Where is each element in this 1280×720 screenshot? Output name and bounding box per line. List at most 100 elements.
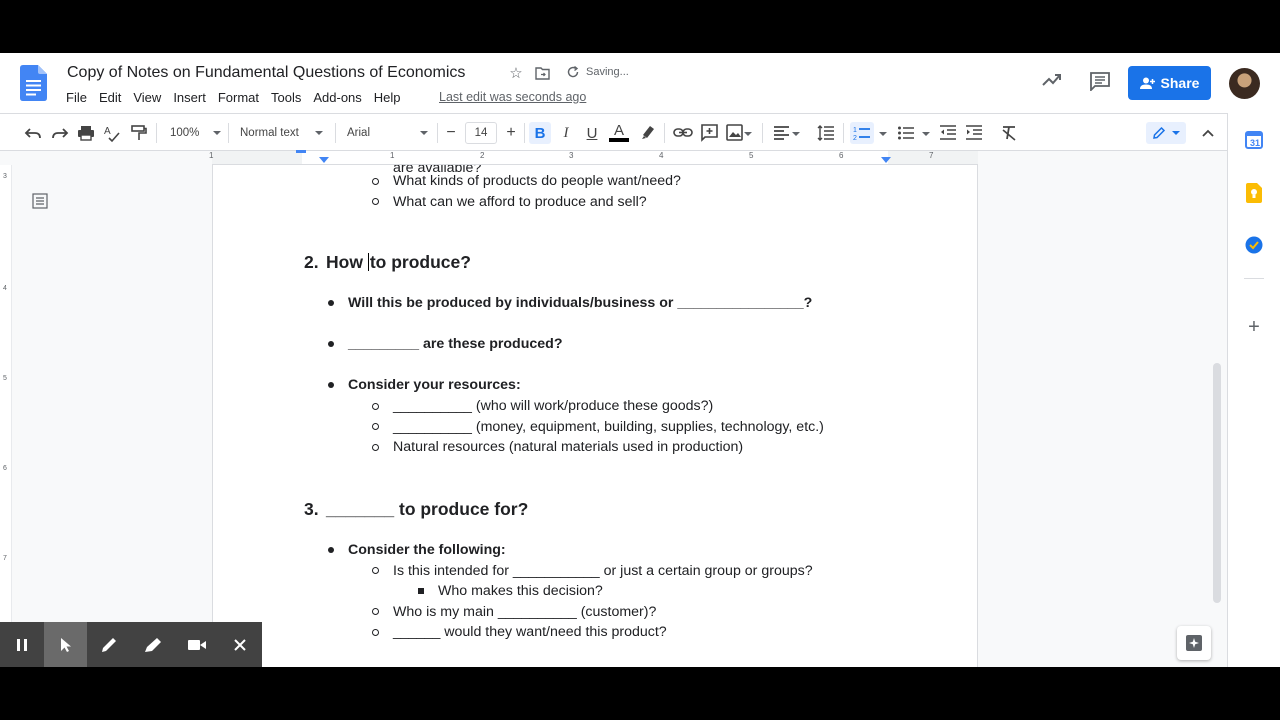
right-indent-marker[interactable] (881, 157, 891, 163)
pointer-cursor-icon[interactable] (43, 622, 88, 667)
increase-font-size-button[interactable]: + (503, 122, 519, 144)
bold-icon[interactable]: B (529, 122, 551, 144)
menu-view[interactable]: View (133, 90, 167, 105)
insert-image-icon[interactable] (726, 122, 744, 144)
svg-text:31: 31 (1250, 138, 1260, 148)
blank: _________ (348, 336, 420, 352)
toolbar-divider (156, 123, 157, 143)
decrease-font-size-button[interactable]: − (443, 122, 459, 144)
star-icon[interactable]: ☆ (508, 65, 524, 82)
font-size-input[interactable]: 14 (465, 122, 497, 144)
close-icon[interactable] (218, 622, 262, 667)
vertical-ruler[interactable]: 3 4 5 6 7 8 (0, 165, 12, 667)
chevron-down-icon (213, 131, 222, 135)
redo-icon[interactable] (51, 122, 69, 144)
calendar-icon[interactable]: 31 (1244, 130, 1264, 150)
underline-icon[interactable]: U (582, 122, 602, 144)
move-folder-icon[interactable] (534, 65, 550, 81)
docs-logo-icon[interactable] (20, 65, 47, 101)
heading-how-to-produce: 2. How to produce? (304, 252, 471, 273)
zoom-select[interactable]: 100% (170, 122, 222, 144)
horizontal-ruler[interactable]: 1 1 2 3 4 5 6 7 (209, 150, 978, 165)
menu-tools[interactable]: Tools (271, 90, 307, 105)
list-item: Consider your resources: (348, 377, 521, 393)
style-select[interactable]: Normal text (240, 122, 323, 144)
document-title[interactable]: Copy of Notes on Fundamental Questions o… (67, 64, 465, 82)
menu-insert[interactable]: Insert (173, 90, 212, 105)
toolbar-divider (437, 123, 438, 143)
toolbar-divider (762, 123, 763, 143)
numbered-list-icon[interactable]: 12 (850, 122, 874, 144)
ruler-number: 7 (929, 151, 934, 160)
chevron-down-icon[interactable] (879, 132, 887, 136)
chevron-down-icon (314, 131, 323, 135)
explore-button[interactable] (1177, 626, 1211, 660)
add-addon-plus-icon[interactable]: + (1244, 316, 1264, 338)
print-icon[interactable] (77, 122, 95, 144)
tasks-icon[interactable] (1244, 235, 1264, 255)
highlight-color-icon[interactable] (639, 122, 657, 144)
circle-bullet (372, 567, 379, 574)
italic-icon[interactable]: I (556, 122, 576, 144)
editing-toolbar: A 100% Normal text Arial − 14 + B I U A … (0, 113, 1280, 151)
insert-comment-icon[interactable] (701, 122, 719, 144)
comment-history-icon[interactable] (1090, 72, 1110, 91)
menu-format[interactable]: Format (218, 90, 265, 105)
pen-icon[interactable] (87, 622, 131, 667)
list-item: __________ (money, equipment, building, … (393, 419, 824, 435)
toolbar-divider (524, 123, 525, 143)
paint-format-icon[interactable] (130, 122, 148, 144)
ruler-number: 3 (3, 173, 7, 180)
camera-icon[interactable] (175, 622, 219, 667)
keep-icon[interactable] (1244, 183, 1264, 203)
heading-for-whom: 3. _______ to produce for? (304, 499, 528, 520)
share-button[interactable]: Share (1128, 66, 1211, 100)
svg-text:A: A (104, 126, 111, 137)
last-edit-link[interactable]: Last edit was seconds ago (439, 90, 586, 104)
ruler-number: 1 (390, 151, 395, 160)
document-page[interactable]: are available? What kinds of products do… (212, 165, 978, 667)
clear-formatting-icon[interactable] (1000, 122, 1018, 144)
circle-bullet (372, 403, 379, 410)
disc-bullet (328, 382, 334, 388)
align-left-icon[interactable] (773, 122, 791, 144)
heading-text: _______ to produce for? (326, 499, 529, 519)
list-item: __________ (who will work/produce these … (393, 398, 714, 414)
chevron-down-icon (1172, 131, 1180, 135)
menu-addons[interactable]: Add-ons (313, 90, 367, 105)
avatar[interactable] (1229, 68, 1260, 99)
title-bar: Copy of Notes on Fundamental Questions o… (0, 53, 1280, 113)
menu-file[interactable]: File (66, 90, 93, 105)
highlighter-icon[interactable] (131, 622, 175, 667)
zoom-value: 100% (170, 127, 200, 139)
undo-icon[interactable] (24, 122, 42, 144)
bulleted-list-icon[interactable] (897, 122, 915, 144)
decrease-indent-icon[interactable] (939, 122, 957, 144)
vertical-scrollbar[interactable] (1213, 363, 1221, 603)
increase-indent-icon[interactable] (965, 122, 983, 144)
text-color-icon[interactable]: A (608, 122, 630, 144)
insert-link-icon[interactable] (673, 122, 693, 144)
spellcheck-icon[interactable]: A (103, 122, 121, 144)
font-select[interactable]: Arial (347, 122, 429, 144)
title-icons: ☆ (508, 65, 550, 82)
chevron-down-icon[interactable] (744, 132, 752, 136)
first-line-indent-marker[interactable] (296, 150, 306, 153)
chevron-down-icon[interactable] (922, 132, 930, 136)
list-item: What can we afford to produce and sell? (393, 194, 647, 210)
list-item: Consider the following: (348, 542, 506, 558)
left-indent-marker[interactable] (319, 157, 329, 163)
menu-edit[interactable]: Edit (99, 90, 127, 105)
hide-menus-chevron-up-icon[interactable] (1200, 122, 1216, 144)
list-item: Is this intended for ___________ or just… (393, 563, 813, 579)
list-item: What kinds of products do people want/ne… (393, 173, 681, 189)
menu-help[interactable]: Help (374, 90, 407, 105)
line-spacing-icon[interactable] (817, 122, 835, 144)
chevron-down-icon[interactable] (792, 132, 800, 136)
pause-icon[interactable] (0, 622, 44, 667)
document-outline-icon[interactable] (32, 193, 48, 209)
activity-dashboard-icon[interactable] (1042, 73, 1062, 87)
ruler-number: 5 (749, 151, 754, 160)
list-item-text: are these produced? (419, 336, 563, 352)
editing-mode-select[interactable] (1146, 122, 1186, 144)
